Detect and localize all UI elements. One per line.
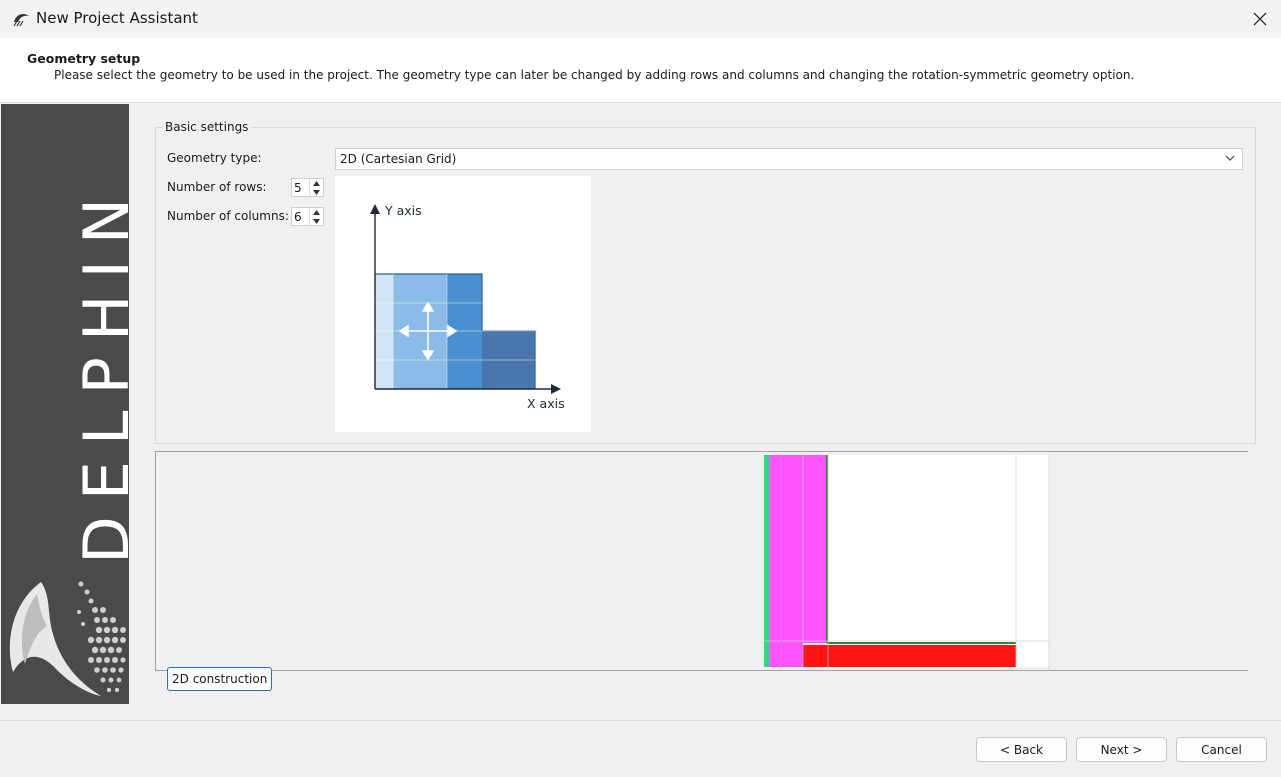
chevron-down-icon: [1225, 155, 1235, 161]
app-icon: [13, 14, 29, 27]
geometry-type-label: Geometry type:: [167, 151, 262, 165]
next-button[interactable]: Next >: [1076, 737, 1167, 762]
y-axis-label: Y axis: [384, 203, 422, 218]
basic-settings-group: [155, 127, 1256, 444]
triangle-down-icon: [313, 218, 320, 224]
columns-label: Number of columns:: [167, 209, 289, 223]
geometry-diagram: Y axis X axis: [335, 176, 591, 432]
footer-divider: [0, 720, 1281, 721]
cartesian-grid-diagram: Y axis X axis: [370, 203, 565, 411]
rows-value: 5: [294, 181, 302, 195]
geometry-type-select[interactable]: 2D (Cartesian Grid): [335, 148, 1243, 170]
columns-spin-arrows: [309, 208, 323, 225]
rows-spinbox[interactable]: 5: [291, 178, 324, 197]
triangle-up-icon: [313, 209, 320, 215]
triangle-down-icon: [313, 189, 320, 195]
rows-decrement-button[interactable]: [310, 188, 323, 196]
material-red-layer: [803, 645, 1016, 667]
close-button[interactable]: [1244, 4, 1276, 34]
page-description: Please select the geometry to be used in…: [54, 68, 1135, 82]
geometry-type-value: 2D (Cartesian Grid): [340, 152, 457, 166]
cancel-button[interactable]: Cancel: [1176, 737, 1267, 762]
construction-preview[interactable]: [155, 451, 1248, 671]
rows-increment-button[interactable]: [310, 179, 323, 187]
brand-banner: DELPHIN: [9, 182, 129, 696]
columns-spinbox[interactable]: 6: [291, 207, 324, 226]
columns-value: 6: [294, 210, 302, 224]
dolphin-logo-icon: [9, 581, 126, 696]
columns-decrement-button[interactable]: [310, 217, 323, 225]
rows-label: Number of rows:: [167, 180, 267, 194]
basic-settings-legend: Basic settings: [162, 120, 252, 134]
rows-spin-arrows: [309, 179, 323, 196]
triangle-up-icon: [313, 180, 320, 186]
material-magenta-layer: [769, 455, 827, 643]
construction-preview-drawing: [764, 455, 1050, 671]
back-button[interactable]: < Back: [976, 737, 1067, 762]
title-bar: New Project Assistant: [0, 0, 1281, 38]
wizard-header: Geometry setup Please select the geometr…: [0, 38, 1281, 103]
close-icon: [1253, 12, 1267, 26]
columns-increment-button[interactable]: [310, 208, 323, 216]
brand-sidebar: DELPHIN: [1, 104, 129, 704]
material-green-layer: [764, 455, 769, 667]
material-magenta-corner: [769, 643, 803, 667]
page-title: Geometry setup: [27, 51, 141, 66]
2d-construction-button[interactable]: 2D construction: [167, 667, 273, 691]
window-title: New Project Assistant: [36, 9, 198, 27]
brand-text: DELPHIN: [70, 182, 129, 564]
x-axis-label: X axis: [527, 396, 565, 411]
